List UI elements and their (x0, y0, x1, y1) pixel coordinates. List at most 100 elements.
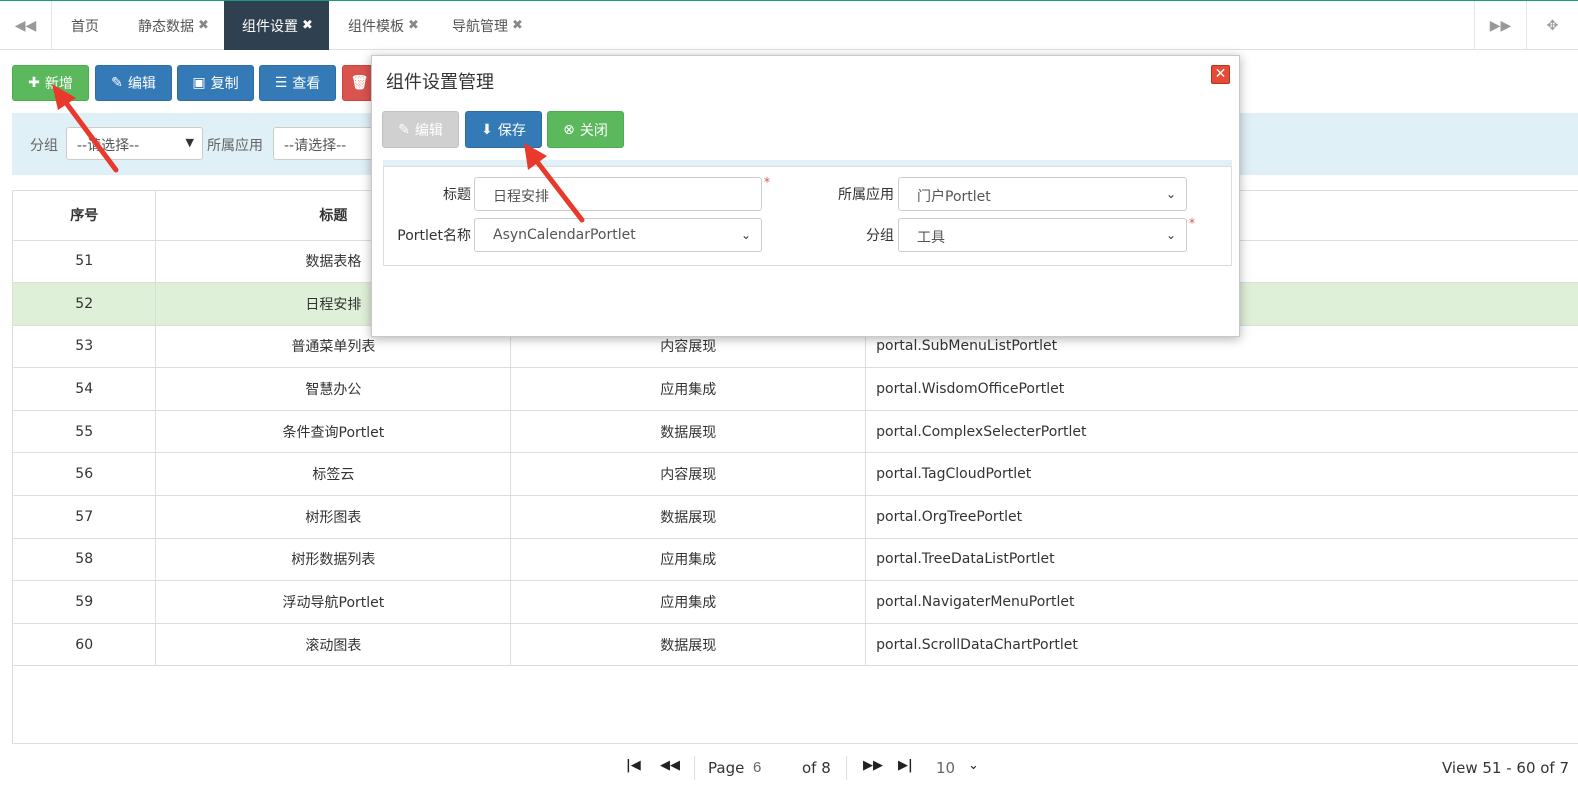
app-filter-value: --请选择-- (284, 138, 347, 154)
last-page-icon[interactable]: ▶| (898, 758, 913, 773)
page-total: of 8 (802, 759, 831, 777)
pager: |◀ ◀◀ Page of 8 ▶▶ ▶| 10 ⌄ View 51 - 60 … (12, 743, 1578, 790)
tab-navigation[interactable]: 导航管理 ✖ (434, 1, 537, 50)
group-field-select[interactable]: 工具 ⌄ (898, 218, 1187, 252)
chevron-down-icon[interactable]: ⌄ (968, 758, 979, 773)
app-filter-label: 所属应用 (207, 138, 263, 154)
list-icon: ☰ (274, 75, 288, 91)
tab-label: 组件设置 (242, 18, 298, 35)
cell-no: 54 (13, 367, 157, 411)
tab-label: 静态数据 (138, 18, 194, 35)
view-button-label: 查看 (292, 76, 321, 92)
column-header-no[interactable]: 序号 (13, 191, 157, 241)
component-form: 标题 日程安排 * 所属应用 门户Portlet ⌄ Portlet名称 Asy… (383, 166, 1232, 266)
cell-title: 标签云 (155, 452, 512, 497)
dialog-save-button[interactable]: ⬇ 保存 (465, 111, 542, 148)
add-button[interactable]: ✚ 新增 (12, 65, 89, 101)
table-row[interactable]: 57 树形图表 数据展现 portal.OrgTreePortlet (13, 495, 1578, 539)
cell-no: 58 (13, 538, 157, 582)
dialog-title: 组件设置管理 (386, 72, 494, 93)
cell-title: 智慧办公 (155, 367, 512, 411)
pager-divider (846, 756, 847, 780)
fullscreen-button[interactable]: ✥ (1526, 1, 1578, 50)
group-filter-value: --请选择-- (77, 138, 140, 154)
table-row[interactable]: 60 滚动图表 数据展现 portal.ScrollDataChartPortl… (13, 623, 1578, 667)
required-mark: * (764, 175, 770, 189)
tab-component-settings[interactable]: 组件设置 ✖ (224, 1, 329, 50)
cell-code: portal.TreeDataListPortlet (865, 538, 1578, 582)
cell-no: 53 (13, 325, 157, 369)
tab-static-data[interactable]: 静态数据 ✖ (120, 1, 223, 50)
cell-type: 内容展现 (510, 452, 867, 497)
table-row[interactable]: 58 树形数据列表 应用集成 portal.TreeDataListPortle… (13, 538, 1578, 582)
close-circle-icon: ⊗ (563, 121, 575, 138)
chevron-down-icon: ⌄ (1165, 228, 1176, 242)
cell-type: 应用集成 (510, 367, 867, 411)
table-row[interactable]: 56 标签云 内容展现 portal.TagCloudPortlet (13, 452, 1578, 497)
cell-type: 应用集成 (510, 580, 867, 624)
group-filter-select[interactable]: --请选择-- ▼ (66, 127, 203, 160)
cell-code: portal.NavigaterMenuPortlet (865, 580, 1578, 624)
portlet-name-value: AsynCalendarPortlet (493, 227, 636, 243)
close-icon[interactable]: ✖ (198, 18, 209, 33)
fullscreen-icon: ✥ (1546, 17, 1559, 34)
copy-button[interactable]: ▣ 复制 (177, 65, 254, 101)
cell-type: 应用集成 (510, 538, 867, 582)
cell-no: 59 (13, 580, 157, 624)
cell-type: 数据展现 (510, 623, 867, 667)
cell-code: portal.OrgTreePortlet (865, 495, 1578, 539)
dialog-close-button[interactable]: ✕ (1211, 65, 1230, 84)
tab-label: 导航管理 (452, 18, 508, 35)
title-field[interactable]: 日程安排 (474, 177, 762, 211)
table-row[interactable]: 59 浮动导航Portlet 应用集成 portal.NavigaterMenu… (13, 580, 1578, 624)
next-page-icon[interactable]: ▶▶ (863, 758, 883, 773)
record-range-text: View 51 - 60 of 7 (1442, 759, 1570, 777)
title-field-value: 日程安排 (493, 189, 549, 205)
edit-button-label: 编辑 (127, 76, 156, 92)
cell-no: 56 (13, 452, 157, 497)
table-row[interactable]: 54 智慧办公 应用集成 portal.WisdomOfficePortlet (13, 367, 1578, 411)
edit-icon: ✎ (111, 75, 123, 91)
edit-icon: ✎ (398, 121, 410, 138)
cell-title: 树形图表 (155, 495, 512, 539)
portlet-name-label: Portlet名称 (397, 228, 471, 244)
cell-type: 数据展现 (510, 410, 867, 454)
prev-page-icon[interactable]: ◀◀ (660, 758, 680, 773)
page-number-input[interactable] (750, 754, 792, 780)
app-field-label: 所属应用 (838, 187, 894, 203)
add-button-label: 新增 (44, 76, 73, 92)
table-row[interactable]: 55 条件查询Portlet 数据展现 portal.ComplexSelect… (13, 410, 1578, 454)
cell-code: portal.WisdomOfficePortlet (865, 367, 1578, 411)
title-field-label: 标题 (443, 187, 471, 203)
chevron-down-icon: ▼ (185, 136, 194, 149)
cell-no: 57 (13, 495, 157, 539)
cell-no: 51 (13, 240, 157, 284)
view-button[interactable]: ☰ 查看 (259, 65, 336, 101)
page-size-select[interactable]: 10 (936, 759, 955, 777)
dialog-edit-button[interactable]: ✎ 编辑 (382, 111, 459, 148)
trash-icon: 🗑 (350, 75, 369, 91)
tab-component-template[interactable]: 组件模板 ✖ (330, 1, 433, 50)
tab-bar: ◀◀ 首页 静态数据 ✖ 组件设置 ✖ 组件模板 ✖ 导航管理 ✖ ▶▶ ✥ (0, 0, 1578, 50)
group-field-value: 工具 (917, 230, 945, 246)
tab-scroll-right-button[interactable]: ▶▶ (1474, 1, 1526, 50)
cell-title: 条件查询Portlet (155, 410, 512, 454)
first-page-icon[interactable]: |◀ (626, 758, 641, 773)
close-icon[interactable]: ✖ (302, 18, 313, 33)
close-icon[interactable]: ✖ (408, 18, 419, 33)
app-field-select[interactable]: 门户Portlet ⌄ (898, 177, 1187, 211)
dialog-close-action-button[interactable]: ⊗ 关闭 (547, 111, 624, 148)
cell-code: portal.TagCloudPortlet (865, 452, 1578, 497)
cell-title: 滚动图表 (155, 623, 512, 667)
close-icon[interactable]: ✖ (512, 18, 523, 33)
portlet-name-select[interactable]: AsynCalendarPortlet ⌄ (474, 218, 762, 252)
tab-label: 组件模板 (348, 18, 404, 35)
close-icon: ✕ (1214, 66, 1227, 82)
chevron-down-icon: ⌄ (1165, 187, 1176, 201)
tab-scroll-left-button[interactable]: ◀◀ (0, 1, 52, 50)
app-field-value: 门户Portlet (917, 189, 991, 205)
chevron-down-icon: ⌄ (740, 228, 751, 242)
cell-no: 52 (13, 282, 157, 326)
edit-button[interactable]: ✎ 编辑 (95, 65, 172, 101)
tab-home[interactable]: 首页 (53, 1, 113, 50)
